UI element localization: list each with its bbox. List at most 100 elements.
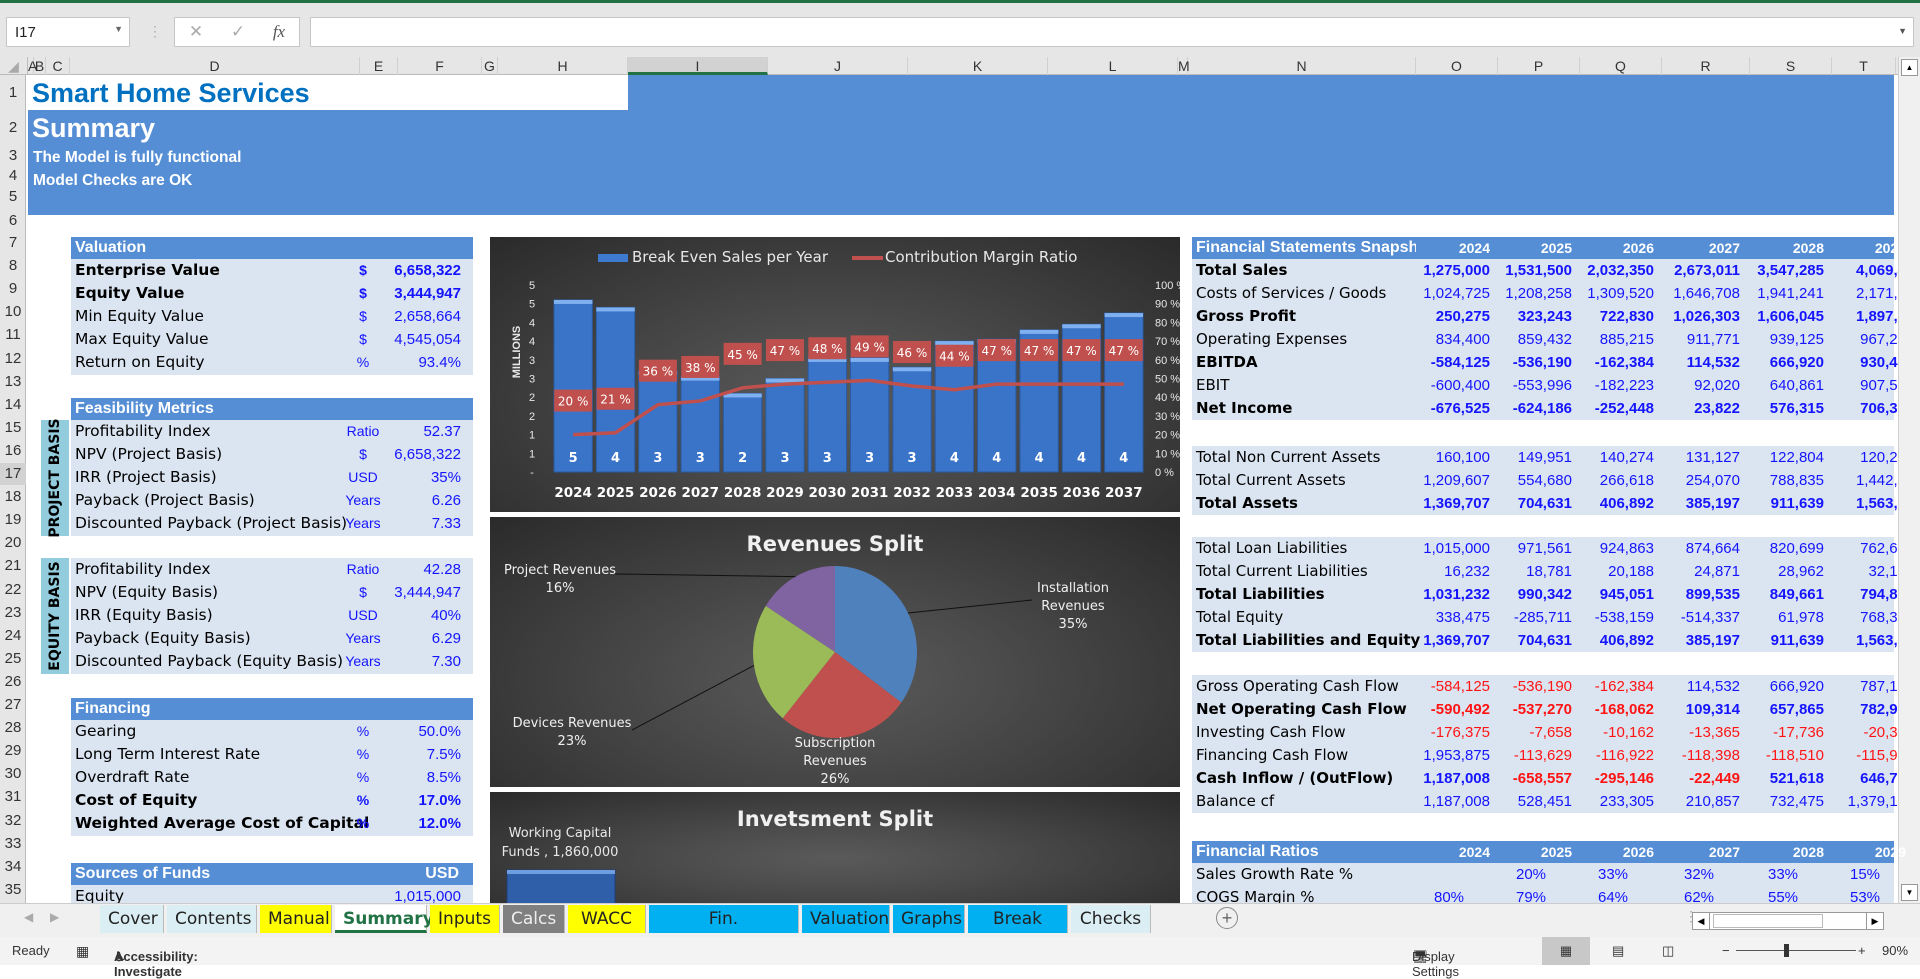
fs-cell[interactable]: 1,563,2 — [1824, 492, 1906, 515]
fs-cell[interactable]: 23,822 — [1658, 397, 1740, 420]
row-header-12[interactable]: 12 — [0, 348, 26, 370]
row-header-10[interactable]: 10 — [0, 301, 26, 323]
fs-cell[interactable]: -118,510 — [1742, 744, 1824, 767]
fs-cell[interactable]: 874,664 — [1658, 537, 1740, 560]
fs-cell[interactable]: 899,535 — [1658, 583, 1740, 606]
fs-cell[interactable]: -162,384 — [1572, 351, 1654, 374]
fs-cell[interactable]: 885,215 — [1572, 328, 1654, 351]
fs-cell[interactable]: 732,475 — [1742, 790, 1824, 813]
fs-cell[interactable]: 2,673,011 — [1658, 259, 1740, 282]
row-header-18[interactable]: 18 — [0, 486, 26, 508]
fs-cell[interactable]: 939,125 — [1742, 328, 1824, 351]
fs-cell[interactable]: 33% — [1572, 863, 1654, 886]
row-header-23[interactable]: 23 — [0, 602, 26, 624]
row-header-29[interactable]: 29 — [0, 740, 26, 762]
column-header-p[interactable]: P — [1498, 57, 1580, 75]
row-header-24[interactable]: 24 — [0, 625, 26, 647]
fs-cell[interactable]: 28,962 — [1742, 560, 1824, 583]
fs-cell[interactable]: 32% — [1658, 863, 1740, 886]
revenues-split-chart[interactable]: Revenues Split Installation Revenues 35% Sub… — [490, 517, 1180, 787]
fs-cell[interactable]: 967,29 — [1824, 328, 1906, 351]
fs-cell[interactable]: -252,448 — [1572, 397, 1654, 420]
fs-cell[interactable]: -553,996 — [1490, 374, 1572, 397]
column-header-b[interactable]: B — [34, 57, 46, 75]
fs-cell[interactable]: 2,032,350 — [1572, 259, 1654, 282]
zoom-slider[interactable] — [1736, 944, 1856, 957]
fs-cell[interactable]: 1,024,725 — [1408, 282, 1490, 305]
break-even-chart[interactable]: Break Even Sales per Year Contribution Ma… — [490, 237, 1180, 512]
fs-cell[interactable]: 1,646,708 — [1658, 282, 1740, 305]
row-header-1[interactable]: 1 — [0, 75, 26, 110]
fs-cell[interactable]: 576,315 — [1742, 397, 1824, 420]
fs-cell[interactable]: 911,639 — [1742, 629, 1824, 652]
investment-split-chart[interactable]: Invetsment Split Working Capital Funds , 1… — [490, 792, 1180, 903]
row-header-3[interactable]: 3 — [0, 145, 26, 167]
column-header-s[interactable]: S — [1750, 57, 1832, 75]
fs-cell[interactable]: -182,223 — [1572, 374, 1654, 397]
page-layout-icon[interactable]: ▤ — [1612, 943, 1624, 959]
fs-cell[interactable]: -538,159 — [1572, 606, 1654, 629]
fs-cell[interactable]: 160,100 — [1408, 446, 1490, 469]
select-all-corner[interactable]: ◢ — [0, 57, 28, 75]
row-header-20[interactable]: 20 — [0, 532, 26, 554]
row-header-15[interactable]: 15 — [0, 417, 26, 439]
fs-cell[interactable]: -22,449 — [1658, 767, 1740, 790]
fs-cell[interactable]: -514,337 — [1658, 606, 1740, 629]
fs-cell[interactable]: 131,127 — [1658, 446, 1740, 469]
drag-handle-icon[interactable]: ⋮ — [148, 23, 162, 40]
fs-cell[interactable]: 924,863 — [1572, 537, 1654, 560]
fs-cell[interactable]: 385,197 — [1658, 492, 1740, 515]
fs-cell[interactable]: 722,830 — [1572, 305, 1654, 328]
fs-cell[interactable]: 406,892 — [1572, 492, 1654, 515]
row-header-21[interactable]: 21 — [0, 555, 26, 577]
tab-manual[interactable]: Manual — [260, 905, 332, 933]
tab-summary[interactable]: Summary — [335, 905, 434, 933]
row-header-22[interactable]: 22 — [0, 579, 26, 601]
enter-icon[interactable]: ✓ — [231, 22, 245, 42]
fs-cell[interactable]: 32,16 — [1824, 560, 1906, 583]
fs-cell[interactable]: 666,920 — [1742, 675, 1824, 698]
fs-cell[interactable]: 114,532 — [1658, 675, 1740, 698]
fs-cell[interactable]: -536,190 — [1490, 675, 1572, 698]
next-sheet-icon[interactable]: ▶ — [50, 910, 59, 924]
fs-cell[interactable]: -118,398 — [1658, 744, 1740, 767]
fs-cell[interactable]: -624,186 — [1490, 397, 1572, 420]
fs-cell[interactable]: -285,711 — [1490, 606, 1572, 629]
column-header-i[interactable]: I — [628, 57, 768, 75]
fs-cell[interactable]: 782,95 — [1824, 698, 1906, 721]
row-header-8[interactable]: 8 — [0, 255, 26, 277]
fs-cell[interactable]: 640,861 — [1742, 374, 1824, 397]
fs-cell[interactable]: 122,804 — [1742, 446, 1824, 469]
row-header-35[interactable]: 35 — [0, 879, 26, 901]
fs-cell[interactable]: 787,13 — [1824, 675, 1906, 698]
fs-cell[interactable]: 4,069,4 — [1824, 259, 1906, 282]
row-header-17[interactable]: 17 — [0, 463, 26, 485]
fs-cell[interactable]: 834,400 — [1408, 328, 1490, 351]
row-header-26[interactable]: 26 — [0, 671, 26, 693]
fs-cell[interactable]: 250,275 — [1408, 305, 1490, 328]
row-header-2[interactable]: 2 — [0, 110, 26, 145]
fs-cell[interactable]: 945,051 — [1572, 583, 1654, 606]
fs-cell[interactable]: 1,606,045 — [1742, 305, 1824, 328]
row-header-27[interactable]: 27 — [0, 694, 26, 716]
tab-calcs[interactable]: Calcs — [503, 905, 565, 933]
cancel-icon[interactable]: ✕ — [189, 22, 203, 42]
scroll-up-icon[interactable]: ▲ — [1901, 59, 1918, 76]
fs-cell[interactable]: 16,232 — [1408, 560, 1490, 583]
normal-view-icon[interactable]: ▦ — [1542, 937, 1590, 965]
column-header-d[interactable]: D — [70, 57, 360, 75]
fs-cell[interactable]: -7,658 — [1490, 721, 1572, 744]
fs-cell[interactable]: 266,618 — [1572, 469, 1654, 492]
row-header-16[interactable]: 16 — [0, 440, 26, 462]
fs-cell[interactable]: 521,618 — [1742, 767, 1824, 790]
fs-cell[interactable]: -168,062 — [1572, 698, 1654, 721]
fs-cell[interactable]: 1,031,232 — [1408, 583, 1490, 606]
row-header-5[interactable]: 5 — [0, 186, 26, 208]
fs-cell[interactable]: -115,90 — [1824, 744, 1906, 767]
fs-cell[interactable]: -584,125 — [1408, 351, 1490, 374]
fs-cell[interactable]: 61,978 — [1742, 606, 1824, 629]
vertical-scrollbar[interactable]: ▲ ▼ — [1898, 57, 1920, 903]
row-header-28[interactable]: 28 — [0, 717, 26, 739]
fs-cell[interactable]: 20,188 — [1572, 560, 1654, 583]
fs-cell[interactable]: 1,275,000 — [1408, 259, 1490, 282]
